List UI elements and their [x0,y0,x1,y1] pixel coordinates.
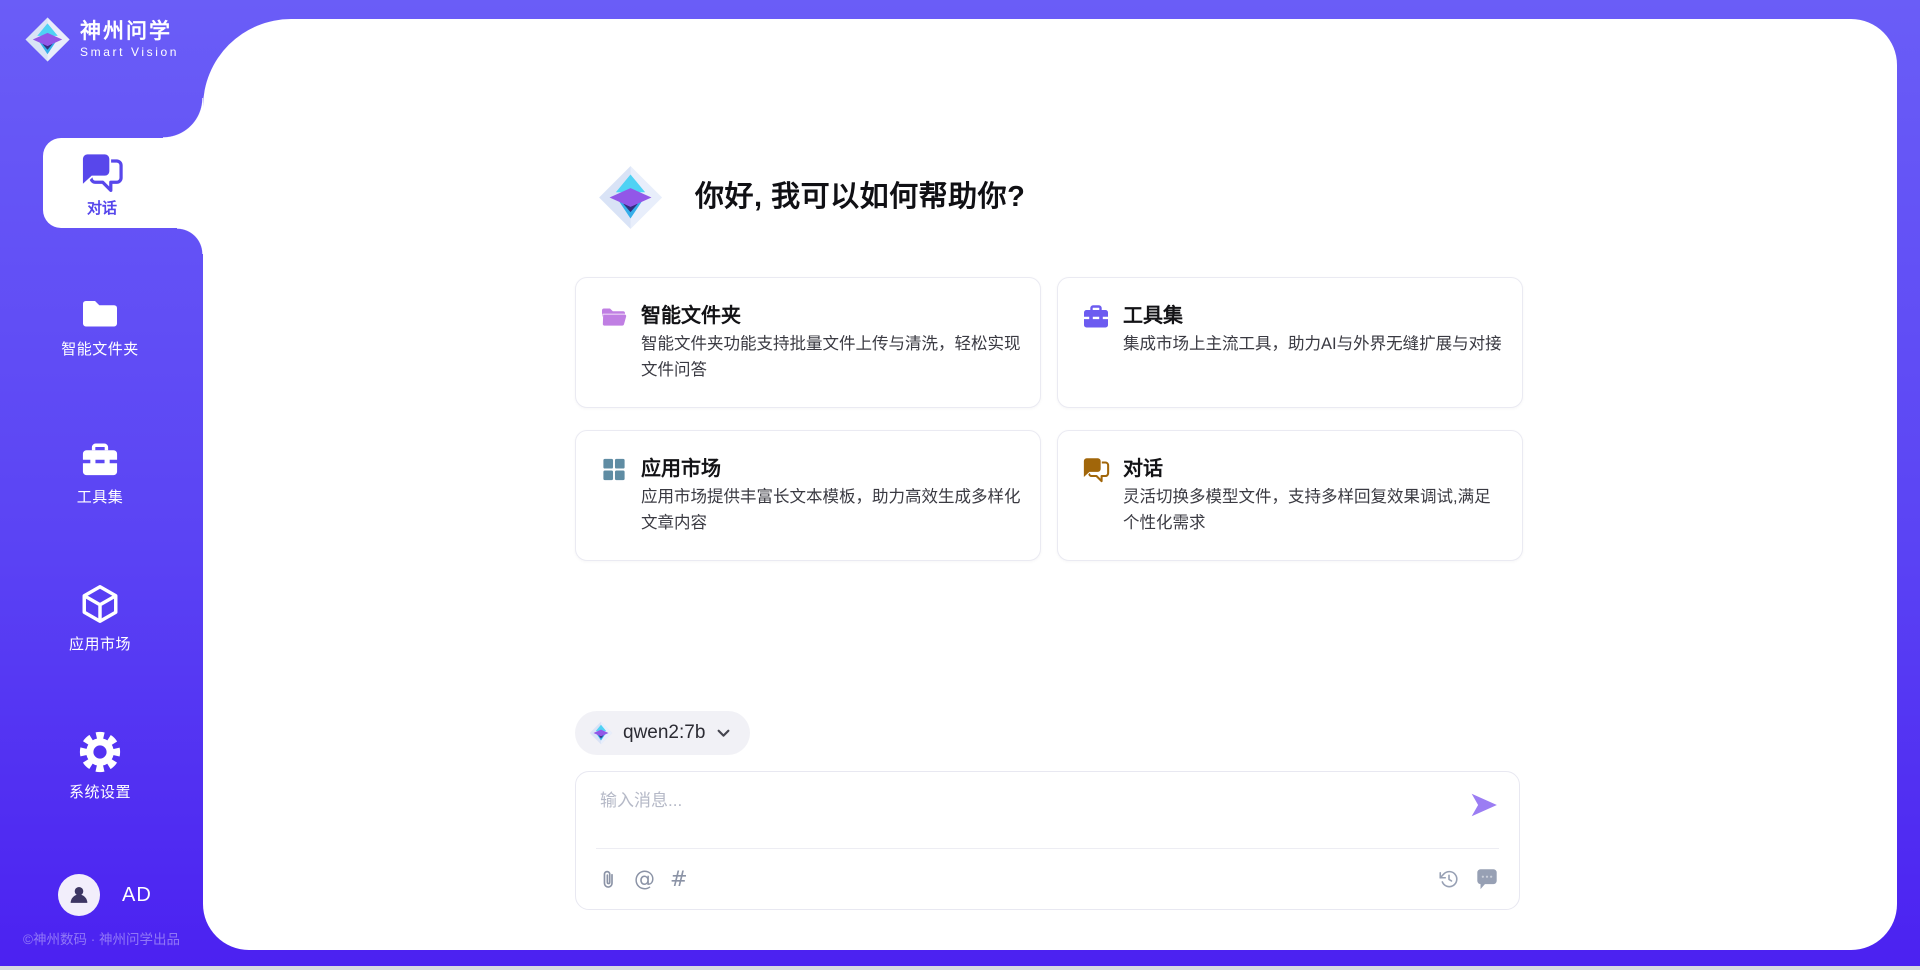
card-description: 集成市场上主流工具，助力AI与外界无缝扩展与对接 [1123,332,1507,358]
sidebar-item-chat[interactable]: 对话 [43,138,204,228]
bottom-scrollbar-strip [0,966,1920,970]
chat-bubble-icon[interactable] [1475,867,1499,891]
card-description: 应用市场提供丰富长文本模板，助力高效生成多样化文章内容 [641,485,1025,536]
main-panel: 你好, 我可以如何帮助你? 智能文件夹 智能文件夹功能支持批量文件上传与清洗，轻… [203,19,1897,950]
sidebar-item-label: 智能文件夹 [61,338,139,359]
send-button[interactable] [1469,791,1499,819]
chevron-down-icon [717,729,730,738]
sidebar-item-settings[interactable]: 系统设置 [0,731,200,802]
hash-icon[interactable]: # [670,869,688,890]
message-input[interactable] [598,784,1442,844]
brand-text: 神州问学 Smart Vision [80,20,179,60]
diamond-logo-icon [589,721,613,745]
card-description: 智能文件夹功能支持批量文件上传与清洗，轻松实现文件问答 [641,332,1025,383]
card-description: 灵活切换多模型文件，支持多样回复效果调试,满足个性化需求 [1123,485,1507,536]
sidebar-item-smart-folder[interactable]: 智能文件夹 [0,296,200,359]
feature-cards: 智能文件夹 智能文件夹功能支持批量文件上传与清洗，轻松实现文件问答 工具集 集成… [575,277,1523,561]
model-selector[interactable]: qwen2:7b [575,711,750,755]
card-chat[interactable]: 对话 灵活切换多模型文件，支持多样回复效果调试,满足个性化需求 [1057,430,1523,561]
user-account[interactable]: AD [58,874,152,916]
person-icon [66,882,92,908]
folder-open-icon [600,303,628,330]
gear-icon [79,731,121,773]
history-icon[interactable] [1439,869,1459,889]
user-name: AD [122,884,152,907]
sidebar-item-label: 应用市场 [69,633,131,654]
chat-icon [80,152,124,192]
card-app-market[interactable]: 应用市场 应用市场提供丰富长文本模板，助力高效生成多样化文章内容 [575,430,1041,561]
composer-tools-left: @ # [598,862,688,896]
card-title: 智能文件夹 [641,299,741,328]
copyright-footer: ©神州数码 · 神州问学出品 [0,928,203,948]
toolbox-icon [80,441,120,478]
app-root: { "app": { "brand_name": "神州问学", "brand_… [0,0,1920,970]
card-title: 工具集 [1123,299,1183,328]
composer-divider [596,848,1499,849]
cube-icon [79,583,121,625]
sidebar-item-label: 对话 [87,197,117,218]
card-toolset[interactable]: 工具集 集成市场上主流工具，助力AI与外界无缝扩展与对接 [1057,277,1523,408]
brand-diamond-icon [597,164,664,231]
greeting-title: 你好, 我可以如何帮助你? [695,164,1025,231]
chat-icon [1082,456,1110,483]
avatar [58,874,100,916]
brand: 神州问学 Smart Vision [24,16,179,63]
send-icon [1469,791,1499,819]
composer-tools-right [1439,864,1499,894]
brand-subtitle: Smart Vision [80,45,179,60]
paperclip-icon[interactable] [598,869,619,890]
sidebar-item-app-market[interactable]: 应用市场 [0,583,200,654]
card-title: 对话 [1123,452,1163,481]
card-smart-folder[interactable]: 智能文件夹 智能文件夹功能支持批量文件上传与清洗，轻松实现文件问答 [575,277,1041,408]
grid-icon [600,456,628,483]
sidebar-item-label: 工具集 [77,486,124,507]
toolbox-icon [1082,303,1110,330]
at-sign-icon[interactable]: @ [634,869,655,890]
brand-name: 神州问学 [80,20,179,44]
model-name: qwen2:7b [623,722,705,744]
sidebar: 神州问学 Smart Vision 对话 智能文件夹 工具集 应用市场 系统设置… [0,0,203,970]
active-tab-curve-top [163,98,203,138]
folder-icon [80,296,120,330]
message-composer: @ # [575,771,1520,910]
sidebar-item-toolset[interactable]: 工具集 [0,441,200,507]
active-tab-curve-bottom [177,228,203,254]
card-title: 应用市场 [641,452,721,481]
brand-logo-icon [24,16,71,63]
sidebar-item-label: 系统设置 [69,781,131,802]
